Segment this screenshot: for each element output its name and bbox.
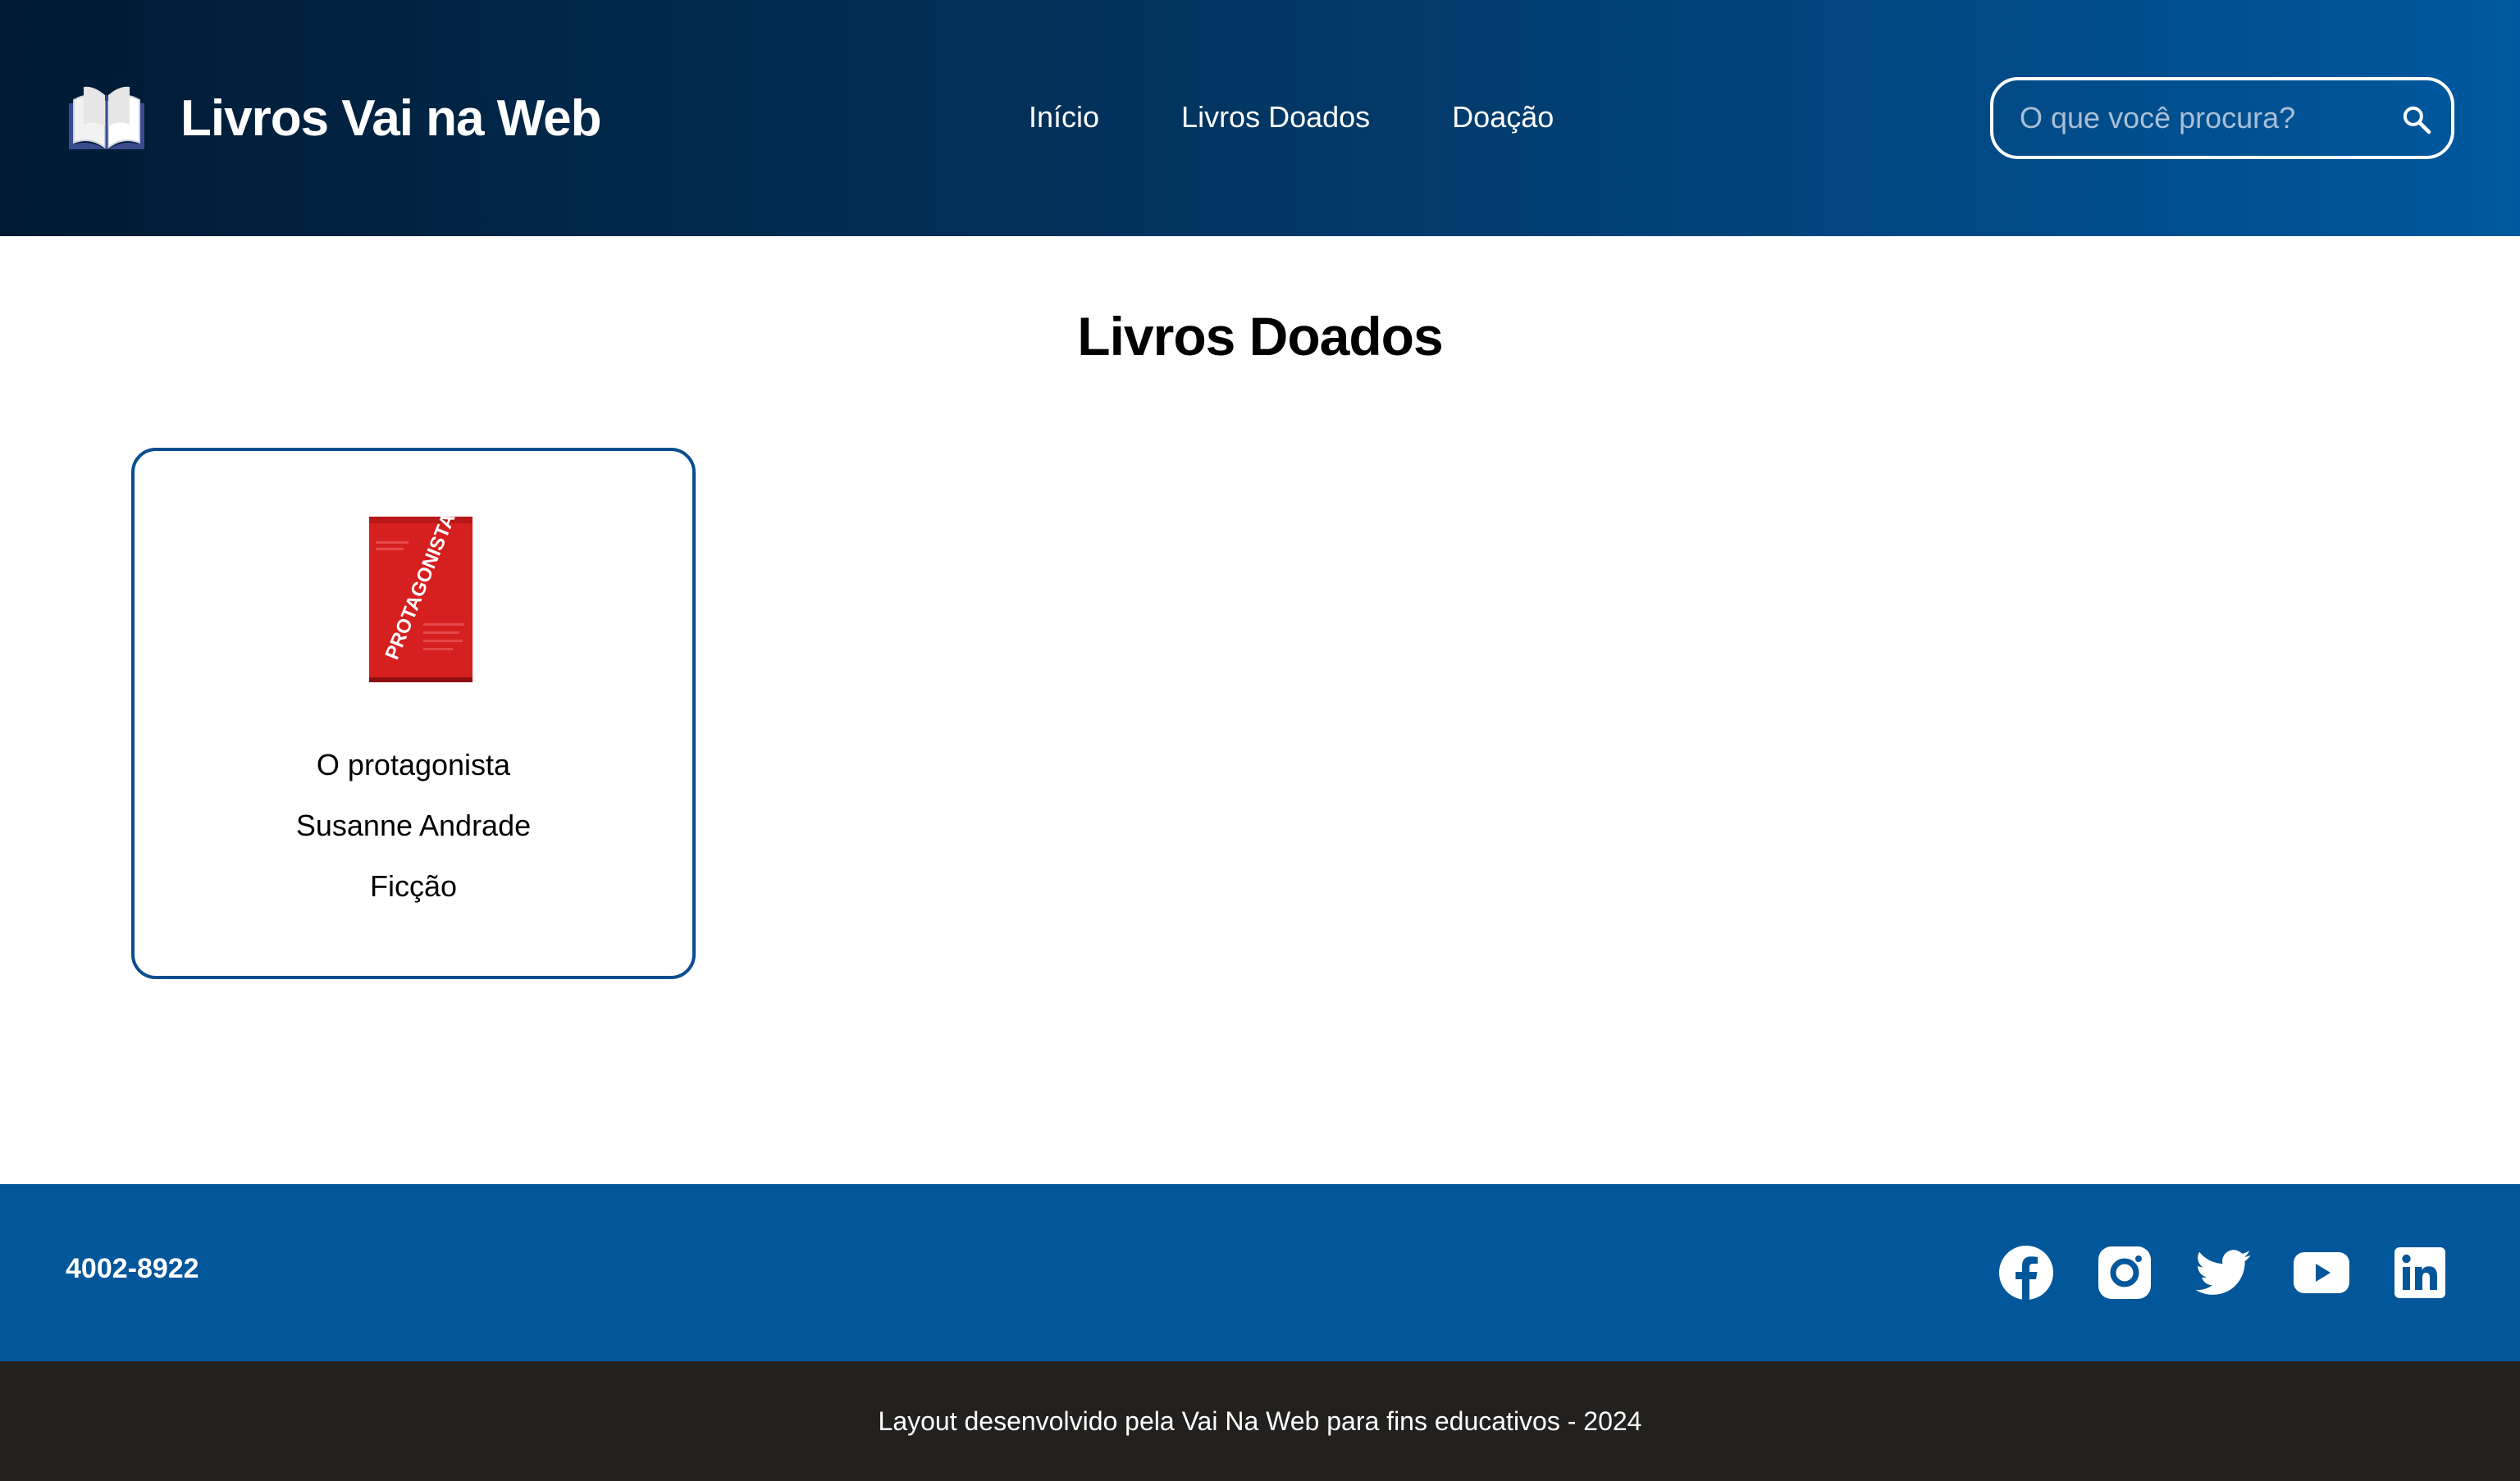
youtube-icon[interactable] [2294, 1245, 2349, 1301]
nav-link-inicio[interactable]: Início [1029, 100, 1099, 134]
main-nav: Início Livros Doados Doação [1029, 97, 1554, 138]
open-book-icon [69, 86, 144, 150]
book-title: O protagonista [316, 748, 511, 782]
copyright-bar: Layout desenvolvido pela Vai Na Web para… [0, 1361, 2520, 1481]
twitter-icon[interactable] [2195, 1245, 2251, 1301]
brand[interactable]: Livros Vai na Web [66, 79, 601, 157]
search-input[interactable] [2020, 101, 2381, 135]
book-card[interactable]: PROTAGONISTA O protagonista Susanne Andr… [131, 448, 696, 979]
site-footer: 4002-8922 [0, 1184, 2520, 1361]
footer-phone: 4002-8922 [66, 1253, 199, 1284]
search-box [1990, 77, 2454, 159]
facebook-icon[interactable] [1998, 1245, 2054, 1301]
site-title: Livros Vai na Web [180, 89, 601, 147]
linkedin-icon[interactable] [2392, 1245, 2448, 1301]
nav-link-livros-doados[interactable]: Livros Doados [1181, 100, 1370, 134]
social-links [1998, 1245, 2448, 1301]
instagram-icon[interactable] [2097, 1245, 2152, 1301]
site-header: Livros Vai na Web Início Livros Doados D… [0, 0, 2520, 236]
book-author: Susanne Andrade [295, 809, 532, 842]
book-cover-image: PROTAGONISTA [369, 517, 472, 682]
search-icon[interactable] [2400, 103, 2433, 136]
book-category: Ficção [369, 869, 458, 903]
page-title: Livros Doados [1077, 306, 1443, 367]
nav-link-doacao[interactable]: Doação [1452, 100, 1554, 134]
